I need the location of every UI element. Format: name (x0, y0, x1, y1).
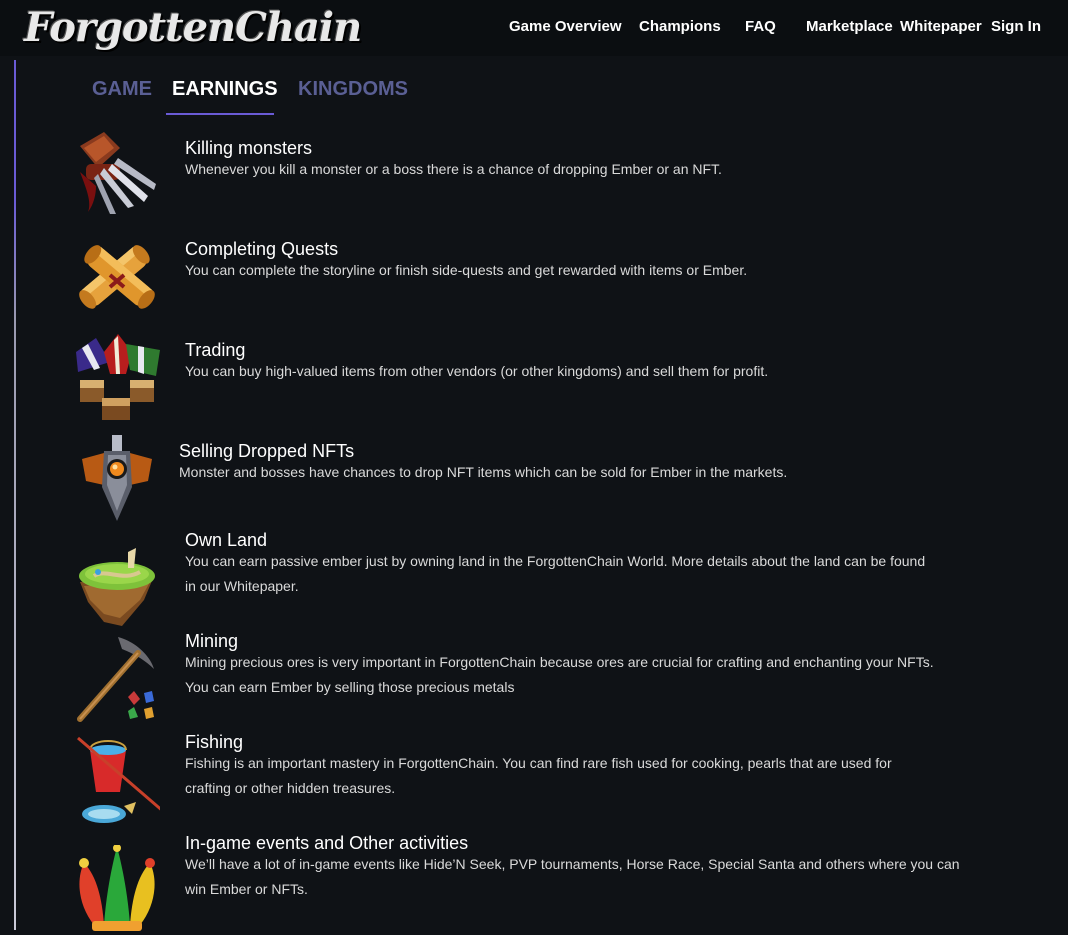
earning-desc-line-1: Fishing is an important mastery in Forgo… (185, 755, 892, 771)
earning-desc-line-1: You can complete the storyline or finish… (185, 262, 748, 278)
earning-title: Trading (185, 340, 246, 360)
earning-title: Fishing (185, 732, 244, 752)
earning-title: Own Land (185, 530, 268, 550)
active-tab-indicator (166, 113, 274, 115)
bucket-fishing-icon (77, 736, 160, 823)
earning-desc-line-2: win Ember or NFTs. (185, 881, 308, 897)
tab-earnings[interactable]: EARNINGS (172, 78, 278, 101)
earning-desc-line-2: You can earn Ember by selling those prec… (185, 679, 515, 695)
nav-marketplace[interactable]: Marketplace (806, 18, 893, 35)
winged-shield-icon (82, 435, 152, 521)
earning-desc-line-1: We’ll have a lot of in-game events like … (185, 856, 960, 872)
earning-desc-line-1: Whenever you kill a monster or a boss th… (185, 161, 722, 177)
earning-desc-line-2: in our Whitepaper. (185, 578, 299, 594)
timeline-divider (14, 60, 16, 930)
market-tents-icon (76, 334, 160, 420)
section-tabs: GAME EARNINGS KINGDOMS (0, 78, 420, 118)
earning-title: In-game events and Other activities (185, 833, 469, 853)
floating-island-icon (79, 548, 155, 626)
scroll-icon (79, 245, 155, 309)
nav-faq[interactable]: FAQ (745, 18, 776, 35)
nav-whitepaper[interactable]: Whitepaper (900, 18, 982, 35)
claw-gauntlet-icon (80, 132, 156, 214)
tab-kingdoms[interactable]: KINGDOMS (298, 78, 408, 101)
tab-game[interactable]: GAME (92, 78, 152, 101)
nav-champions[interactable]: Champions (639, 18, 721, 35)
earning-desc-line-2: crafting or other hidden treasures. (185, 780, 396, 796)
pickaxe-ores-icon (77, 637, 154, 722)
earning-title: Killing monsters (185, 138, 313, 158)
nav-game-overview[interactable]: Game Overview (509, 18, 622, 35)
earning-desc-line-1: You can earn passive ember just by ownin… (185, 553, 926, 569)
earning-desc-line-1: You can buy high-valued items from other… (185, 363, 769, 379)
jester-hat-icon (79, 845, 155, 931)
earning-title: Selling Dropped NFTs (179, 441, 355, 461)
earning-desc-line-1: Monster and bosses have chances to drop … (179, 464, 788, 480)
earning-desc-line-1: Mining precious ores is very important i… (185, 654, 934, 670)
nav-sign-in[interactable]: Sign In (991, 18, 1041, 35)
top-navigation-bar: ForgottenChain Game Overview Champions F… (0, 0, 1068, 56)
earning-title: Completing Quests (185, 239, 339, 259)
forgottenchain-logo[interactable]: ForgottenChain (24, 6, 362, 50)
earning-title: Mining (185, 631, 239, 651)
